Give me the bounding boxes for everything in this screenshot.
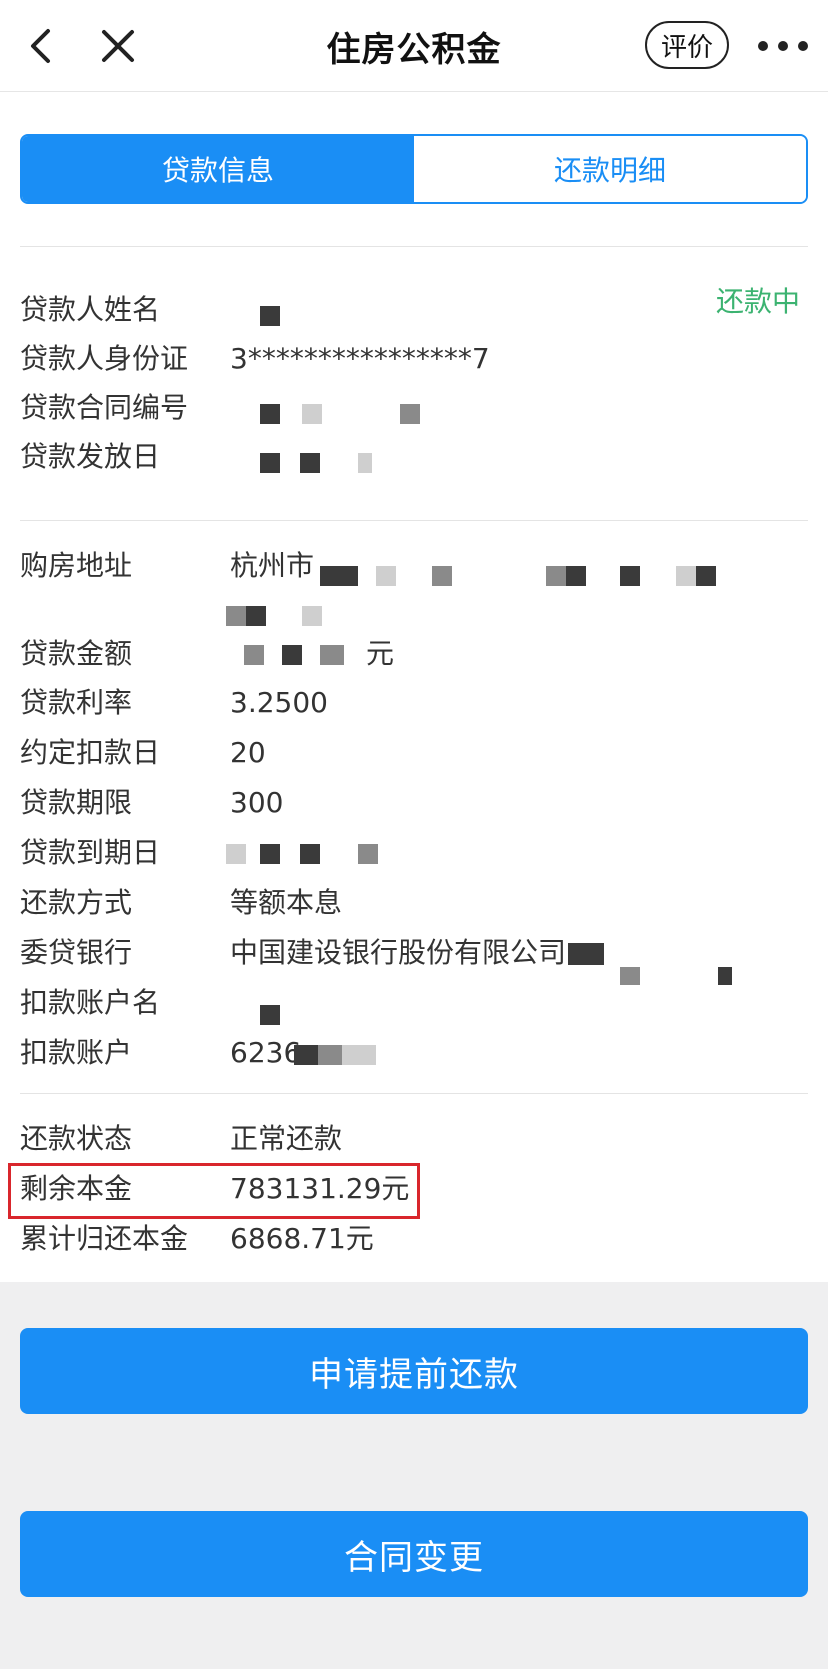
redaction-mask <box>432 566 452 586</box>
info-row-loan-amount: 贷款金额 元 <box>20 632 808 676</box>
tab-repayment-detail[interactable]: 还款明细 <box>414 136 806 202</box>
row-label: 贷款合同编号 <box>20 391 189 424</box>
redaction-mask <box>260 404 280 424</box>
redaction-mask <box>358 844 378 864</box>
row-label: 贷款金额 <box>20 637 133 670</box>
info-row-loan-term: 贷款期限 300 <box>20 781 808 825</box>
info-row-contract-number: 贷款合同编号 <box>20 386 808 430</box>
row-value: 6868.71元 <box>230 1222 374 1255</box>
row-value: 6236 <box>230 1036 302 1069</box>
row-label: 贷款到期日 <box>20 836 161 869</box>
row-label: 贷款人姓名 <box>20 293 161 326</box>
redaction-mask <box>696 566 716 586</box>
redaction-mask <box>294 1045 318 1065</box>
row-label: 贷款期限 <box>20 786 133 819</box>
row-value: 杭州市 <box>230 549 315 582</box>
tab-loan-info[interactable]: 贷款信息 <box>22 136 414 202</box>
row-value: 3.2500 <box>230 686 328 719</box>
redaction-mask <box>226 606 246 626</box>
info-row-maturity-date: 贷款到期日 <box>20 831 808 875</box>
row-label: 贷款利率 <box>20 686 133 719</box>
info-row-debit-account: 扣款账户 6236 <box>20 1031 808 1075</box>
info-row-repayment-status: 还款状态 正常还款 <box>20 1117 808 1161</box>
redaction-mask <box>300 844 320 864</box>
redaction-mask <box>568 943 604 965</box>
row-value: 3****************7 <box>230 342 490 375</box>
redaction-mask <box>342 1045 376 1065</box>
nav-header: 住房公积金 评价 <box>0 0 828 92</box>
redaction-mask <box>260 1005 280 1025</box>
info-row-interest-rate: 贷款利率 3.2500 <box>20 681 808 725</box>
redaction-mask <box>226 844 246 864</box>
redaction-mask <box>320 566 358 586</box>
row-label: 贷款人身份证 <box>20 342 189 375</box>
row-label: 扣款账户 <box>20 1036 133 1069</box>
info-row-borrower-name: 贷款人姓名 <box>20 288 808 332</box>
row-label: 购房地址 <box>20 549 133 582</box>
highlight-box <box>8 1163 420 1219</box>
redaction-mask <box>282 645 302 665</box>
rate-button[interactable]: 评价 <box>645 21 729 69</box>
redaction-mask <box>620 566 640 586</box>
redaction-mask <box>566 566 586 586</box>
row-label: 累计归还本金 <box>20 1222 189 1255</box>
info-row-entrusted-bank: 委贷银行 中国建设银行股份有限公司 <box>20 931 808 987</box>
row-label: 还款方式 <box>20 886 133 919</box>
info-row-account-name: 扣款账户名 <box>20 981 808 1025</box>
redaction-mask <box>676 566 696 586</box>
divider <box>20 1093 808 1094</box>
redaction-mask <box>260 453 280 473</box>
info-row-id-card: 贷款人身份证 3****************7 <box>20 337 808 381</box>
redaction-mask <box>302 606 322 626</box>
row-value: 20 <box>230 736 266 769</box>
redaction-mask <box>300 453 320 473</box>
redaction-mask <box>376 566 396 586</box>
info-row-house-address: 购房地址 杭州市 <box>20 544 808 634</box>
info-row-repaid-principal: 累计归还本金 6868.71元 <box>20 1217 808 1261</box>
row-label: 委贷银行 <box>20 936 133 969</box>
row-value: 中国建设银行股份有限公司 <box>230 936 567 969</box>
info-row-repayment-method: 还款方式 等额本息 <box>20 881 808 925</box>
row-value: 元 <box>366 637 395 670</box>
redaction-mask <box>244 645 264 665</box>
info-row-issue-date: 贷款发放日 <box>20 435 808 479</box>
redaction-mask <box>318 1045 342 1065</box>
row-label: 约定扣款日 <box>20 736 161 769</box>
row-value: 300 <box>230 786 284 819</box>
redaction-mask <box>246 606 266 626</box>
row-value: 正常还款 <box>230 1122 343 1155</box>
redaction-mask <box>260 844 280 864</box>
divider <box>20 246 808 247</box>
row-label: 贷款发放日 <box>20 440 161 473</box>
redaction-mask <box>358 453 372 473</box>
row-label: 还款状态 <box>20 1122 133 1155</box>
divider <box>20 520 808 521</box>
more-icon[interactable] <box>758 36 808 56</box>
tab-bar: 贷款信息 还款明细 <box>20 134 808 204</box>
redaction-mask <box>546 566 566 586</box>
redaction-mask <box>260 306 280 326</box>
redaction-mask <box>302 404 322 424</box>
redaction-mask <box>320 645 344 665</box>
redaction-mask <box>400 404 420 424</box>
contract-change-button[interactable]: 合同变更 <box>20 1511 808 1597</box>
info-row-debit-day: 约定扣款日 20 <box>20 731 808 775</box>
row-label: 扣款账户名 <box>20 986 161 1019</box>
prepay-button[interactable]: 申请提前还款 <box>20 1328 808 1414</box>
row-value: 等额本息 <box>230 886 343 919</box>
